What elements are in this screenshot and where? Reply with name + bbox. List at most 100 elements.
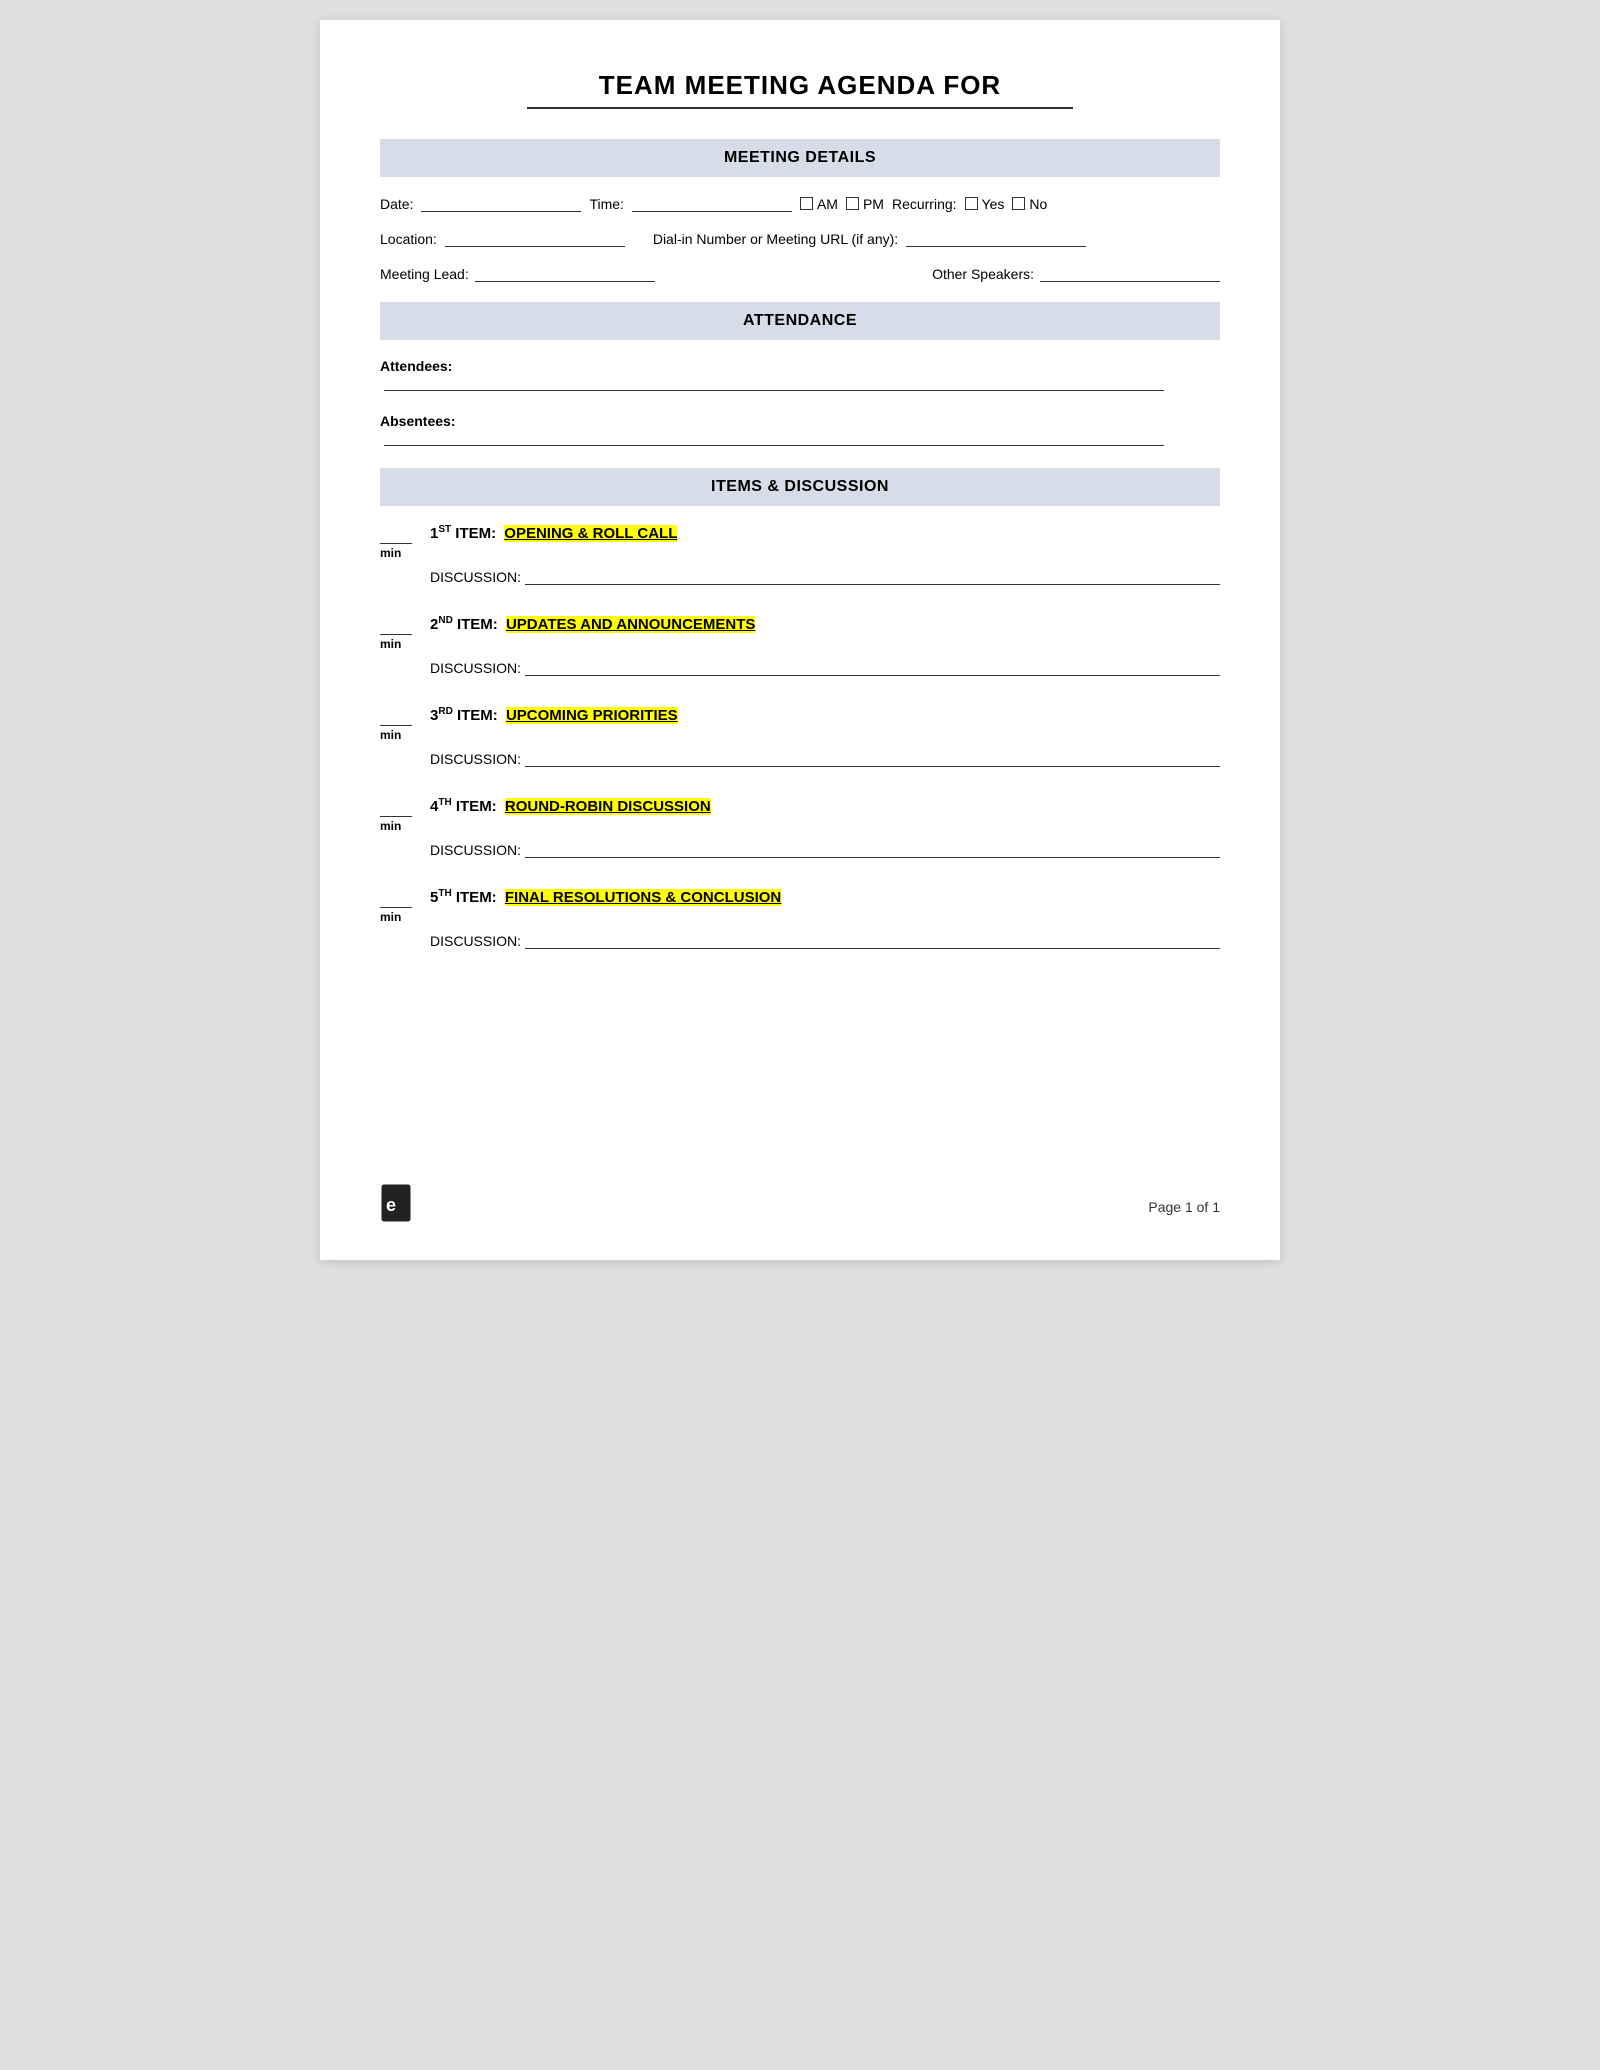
item-3-discussion-row: DISCUSSION: bbox=[430, 750, 1220, 767]
item-3-discussion-field[interactable] bbox=[525, 750, 1220, 767]
pm-checkbox[interactable] bbox=[846, 197, 859, 210]
item-1-ordinal: ST bbox=[438, 524, 451, 535]
item-1-min-block: min bbox=[380, 525, 418, 560]
attendees-field[interactable] bbox=[384, 374, 1164, 391]
item-5-colon: ITEM: bbox=[452, 889, 501, 906]
item-3-header-row: min 3RD ITEM: UPCOMING PRIORITIES bbox=[380, 706, 1220, 742]
item-2-header-row: min 2ND ITEM: UPDATES AND ANNOUNCEMENTS bbox=[380, 615, 1220, 651]
item-1-min-label: min bbox=[380, 546, 401, 560]
agenda-item-5: min 5TH ITEM: FINAL RESOLUTIONS & CONCLU… bbox=[380, 888, 1220, 949]
attendees-label: Attendees: bbox=[380, 358, 452, 374]
item-5-title: FINAL RESOLUTIONS & CONCLUSION bbox=[505, 889, 781, 906]
recurring-label: Recurring: bbox=[892, 196, 957, 212]
svg-text:e: e bbox=[386, 1195, 396, 1215]
item-3-title: UPCOMING PRIORITIES bbox=[506, 707, 678, 724]
item-3-blank-line[interactable] bbox=[380, 707, 412, 726]
item-3-title-row: 3RD ITEM: UPCOMING PRIORITIES bbox=[430, 706, 678, 724]
edicle-icon: e bbox=[380, 1183, 416, 1230]
dialin-label: Dial-in Number or Meeting URL (if any): bbox=[653, 231, 898, 247]
item-1-discussion-field[interactable] bbox=[525, 568, 1220, 585]
other-speakers-field[interactable] bbox=[1040, 265, 1220, 282]
location-row: Location: Dial-in Number or Meeting URL … bbox=[380, 230, 1220, 247]
am-checkbox[interactable] bbox=[800, 197, 813, 210]
title-underline bbox=[527, 107, 1073, 109]
absentees-label: Absentees bbox=[380, 413, 451, 429]
item-3-ordinal: RD bbox=[438, 706, 452, 717]
date-field[interactable] bbox=[421, 195, 581, 212]
item-4-title: ROUND-ROBIN DISCUSSION bbox=[505, 798, 711, 815]
item-1-colon: ITEM: bbox=[451, 525, 500, 542]
item-2-blank-line[interactable] bbox=[380, 616, 412, 635]
item-3-number: 3RD bbox=[430, 706, 453, 724]
item-3-min-block: min bbox=[380, 707, 418, 742]
item-3-colon: ITEM: bbox=[453, 707, 502, 724]
page-number: Page 1 of 1 bbox=[1148, 1199, 1220, 1215]
item-5-min-block: min bbox=[380, 889, 418, 924]
item-4-min-block: min bbox=[380, 798, 418, 833]
attendees-row: Attendees: bbox=[380, 358, 1220, 391]
meeting-lead-label: Meeting Lead: bbox=[380, 266, 469, 282]
item-2-discussion-row: DISCUSSION: bbox=[430, 659, 1220, 676]
meeting-lead-field[interactable] bbox=[475, 265, 655, 282]
item-1-number: 1ST bbox=[430, 524, 451, 542]
item-2-number: 2ND bbox=[430, 615, 453, 633]
item-4-title-row: 4TH ITEM: ROUND-ROBIN DISCUSSION bbox=[430, 797, 711, 815]
document-page: TEAM MEETING AGENDA FOR MEETING DETAILS … bbox=[320, 20, 1280, 1260]
no-checkbox-group: No bbox=[1012, 196, 1047, 212]
item-4-ordinal: TH bbox=[438, 797, 451, 808]
pm-label: PM bbox=[863, 196, 884, 212]
item-2-discussion-field[interactable] bbox=[525, 659, 1220, 676]
item-4-blank-line[interactable] bbox=[380, 798, 412, 817]
meeting-lead-col: Meeting Lead: bbox=[380, 265, 800, 282]
item-5-discussion-field[interactable] bbox=[525, 932, 1220, 949]
item-1-title-row: 1ST ITEM: OPENING & ROLL CALL bbox=[430, 524, 677, 542]
item-3-min-label: min bbox=[380, 728, 401, 742]
item-5-number: 5TH bbox=[430, 888, 452, 906]
other-speakers-label: Other Speakers: bbox=[932, 266, 1034, 282]
item-2-title-row: 2ND ITEM: UPDATES AND ANNOUNCEMENTS bbox=[430, 615, 755, 633]
location-field[interactable] bbox=[445, 230, 625, 247]
meeting-details-section: MEETING DETAILS Date: Time: AM PM Recurr… bbox=[380, 139, 1220, 282]
item-5-blank-line[interactable] bbox=[380, 889, 412, 908]
items-header: ITEMS & DISCUSSION bbox=[380, 468, 1220, 506]
item-4-discussion-field[interactable] bbox=[525, 841, 1220, 858]
item-2-ordinal: ND bbox=[438, 615, 452, 626]
time-label: Time: bbox=[589, 196, 623, 212]
item-4-discussion-row: DISCUSSION: bbox=[430, 841, 1220, 858]
item-2-title: UPDATES AND ANNOUNCEMENTS bbox=[506, 616, 755, 633]
item-2-min-label: min bbox=[380, 637, 401, 651]
dialin-field[interactable] bbox=[906, 230, 1086, 247]
item-4-discussion-label: DISCUSSION: bbox=[430, 842, 521, 858]
page-title: TEAM MEETING AGENDA FOR bbox=[380, 70, 1220, 101]
item-1-header-row: min 1ST ITEM: OPENING & ROLL CALL bbox=[380, 524, 1220, 560]
item-1-title: OPENING & ROLL CALL bbox=[504, 525, 677, 542]
agenda-item-1: min 1ST ITEM: OPENING & ROLL CALL DISCUS… bbox=[380, 524, 1220, 585]
time-field[interactable] bbox=[632, 195, 792, 212]
item-5-discussion-label: DISCUSSION: bbox=[430, 933, 521, 949]
date-label: Date: bbox=[380, 196, 413, 212]
agenda-item-3: min 3RD ITEM: UPCOMING PRIORITIES DISCUS… bbox=[380, 706, 1220, 767]
item-2-min-block: min bbox=[380, 616, 418, 651]
page-footer: e Page 1 of 1 bbox=[380, 1183, 1220, 1230]
am-label: AM bbox=[817, 196, 838, 212]
location-label: Location: bbox=[380, 231, 437, 247]
yes-checkbox[interactable] bbox=[965, 197, 978, 210]
item-1-discussion-label: DISCUSSION: bbox=[430, 569, 521, 585]
other-speakers-col: Other Speakers: bbox=[800, 265, 1220, 282]
pm-checkbox-group: PM bbox=[846, 196, 884, 212]
yes-label: Yes bbox=[982, 196, 1005, 212]
item-4-colon: ITEM: bbox=[452, 798, 501, 815]
date-time-row: Date: Time: AM PM Recurring: Yes No bbox=[380, 195, 1220, 212]
item-2-discussion-label: DISCUSSION: bbox=[430, 660, 521, 676]
item-5-ordinal: TH bbox=[438, 888, 451, 899]
attendance-section: ATTENDANCE Attendees: Absentees: bbox=[380, 302, 1220, 446]
item-4-header-row: min 4TH ITEM: ROUND-ROBIN DISCUSSION bbox=[380, 797, 1220, 833]
attendance-header: ATTENDANCE bbox=[380, 302, 1220, 340]
yes-checkbox-group: Yes bbox=[965, 196, 1005, 212]
no-checkbox[interactable] bbox=[1012, 197, 1025, 210]
meeting-details-header: MEETING DETAILS bbox=[380, 139, 1220, 177]
item-5-min-label: min bbox=[380, 910, 401, 924]
items-section: ITEMS & DISCUSSION min 1ST ITEM: OPENING… bbox=[380, 468, 1220, 949]
item-1-blank-line[interactable] bbox=[380, 525, 412, 544]
absentees-field[interactable] bbox=[384, 429, 1164, 446]
